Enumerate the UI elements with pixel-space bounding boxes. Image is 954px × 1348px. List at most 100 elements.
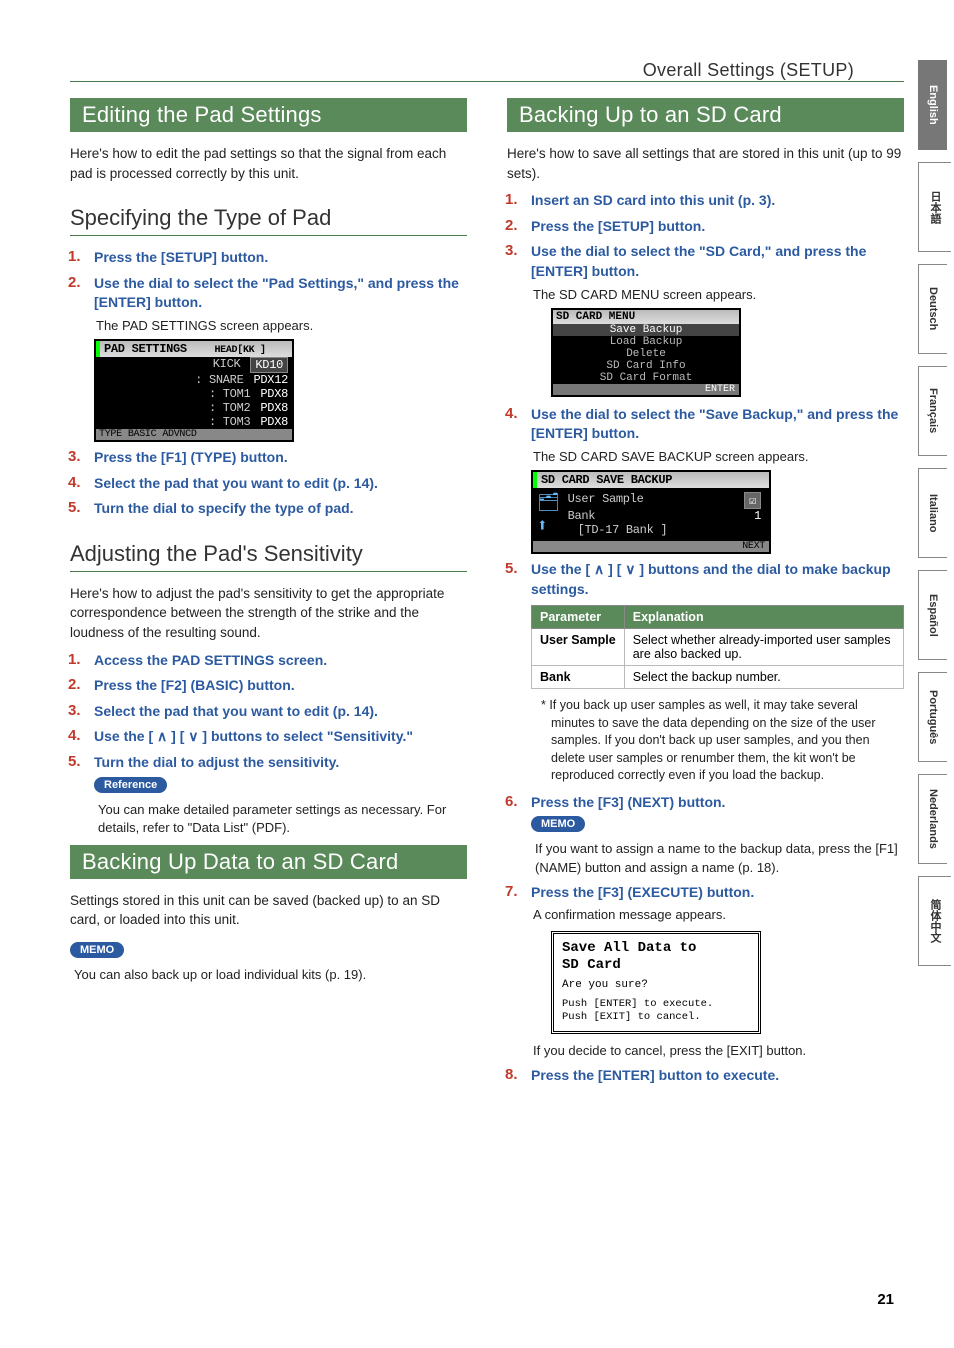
screenshot-pad-settings: PAD SETTINGS HEAD[KK ] KICKKD10 : SNAREP…: [94, 339, 294, 442]
arrow-up-icon: ⬆: [537, 515, 560, 537]
step-text: Press the [F1] (TYPE) button.: [94, 449, 288, 465]
screen-tab: BASIC: [128, 429, 157, 440]
lang-tab-deutsch[interactable]: Deutsch: [918, 264, 947, 354]
step-number: 5.: [505, 560, 518, 577]
step-number: 4.: [505, 405, 518, 422]
table-header: Explanation: [624, 606, 903, 629]
step-text: Use the dial to select the "SD Card," an…: [531, 243, 866, 279]
intro-text: Here's how to edit the pad settings so t…: [70, 144, 467, 183]
heading-backing-up-sd: Backing Up to an SD Card: [507, 98, 904, 132]
screen-row-label: User Sample: [568, 492, 745, 509]
confirm-line: Push [EXIT] to cancel.: [562, 1011, 750, 1024]
step-text: Press the [F3] (EXECUTE) button.: [531, 884, 754, 900]
screen-footer: NEXT: [533, 541, 769, 552]
screenshot-sd-menu: SD CARD MENU Save Backup Load Backup Del…: [551, 308, 741, 397]
screen-title: SD CARD SAVE BACKUP: [533, 472, 769, 488]
intro-text: Here's how to save all settings that are…: [507, 144, 904, 183]
step-number: 4.: [68, 474, 81, 491]
menu-item: SD Card Format: [553, 372, 739, 384]
step-number: 2.: [68, 676, 81, 693]
step-number: 2.: [68, 274, 81, 291]
heading-adjusting-sensitivity: Adjusting the Pad's Sensitivity: [70, 541, 467, 572]
memo-text: You can also back up or load individual …: [74, 966, 467, 984]
step-text: Press the [F3] (NEXT) button.: [531, 794, 725, 810]
step-number: 4.: [68, 727, 81, 744]
step-text: Press the [SETUP] button.: [531, 218, 705, 234]
screen-row-value: ☑: [744, 492, 761, 509]
step-text: Press the [SETUP] button.: [94, 249, 268, 265]
lang-tab-francais[interactable]: Français: [918, 366, 947, 456]
screen-row-value: PDX8: [260, 401, 288, 415]
table-cell: Select the backup number.: [624, 666, 903, 689]
screen-row-label: KICK: [100, 357, 250, 373]
intro-text: Settings stored in this unit can be save…: [70, 891, 467, 930]
step-text: Press the [F2] (BASIC) button.: [94, 677, 295, 693]
language-tabs: English 日本語 Deutsch Français Italiano Es…: [918, 60, 954, 978]
step-subtext: The SD CARD MENU screen appears.: [533, 286, 904, 304]
lang-tab-japanese[interactable]: 日本語: [918, 162, 951, 252]
lang-tab-chinese[interactable]: 简体中文: [918, 876, 951, 966]
step-subtext: The SD CARD SAVE BACKUP screen appears.: [533, 448, 904, 466]
step-number: 5.: [68, 499, 81, 516]
menu-item: Load Backup: [553, 336, 739, 348]
screen-row-label: TOM1: [223, 387, 251, 401]
step-number: 1.: [68, 651, 81, 668]
lang-tab-espanol[interactable]: Español: [918, 570, 947, 660]
screen-row-value: KD10: [250, 357, 288, 373]
step-number: 3.: [505, 242, 518, 259]
step-text: Select the pad that you want to edit (p.…: [94, 703, 378, 719]
screen-row-label: TOM3: [223, 415, 251, 429]
screen-row-label: [TD-17 Bank ]: [568, 523, 761, 537]
screen-row-value: PDX12: [253, 373, 288, 387]
lang-tab-english[interactable]: English: [918, 60, 947, 150]
step-number: 1.: [68, 248, 81, 265]
page-number: 21: [877, 1291, 894, 1308]
menu-item: SD Card Info: [553, 360, 739, 372]
breadcrumb: Overall Settings (SETUP): [70, 60, 904, 82]
screen-row-value: PDX8: [260, 387, 288, 401]
screenshot-save-backup: SD CARD SAVE BACKUP 🗂⬆ User Sample☑ Bank…: [531, 470, 771, 554]
confirm-line: SD Card: [562, 957, 750, 975]
step-number: 7.: [505, 883, 518, 900]
menu-item: Delete: [553, 348, 739, 360]
parameter-table: ParameterExplanation User SampleSelect w…: [531, 605, 904, 689]
step-subtext: The PAD SETTINGS screen appears.: [96, 317, 467, 335]
lang-tab-nederlands[interactable]: Nederlands: [918, 774, 947, 864]
step-text: Turn the dial to specify the type of pad…: [94, 500, 354, 516]
step-number: 1.: [505, 191, 518, 208]
menu-item: Save Backup: [553, 324, 739, 336]
table-cell: Bank: [532, 666, 625, 689]
step-text: Turn the dial to adjust the sensitivity.: [94, 754, 339, 770]
reference-badge: Reference: [94, 777, 167, 793]
step-text: Insert an SD card into this unit (p. 3).: [531, 192, 775, 208]
step-text: Use the [ ∧ ] [ ∨ ] buttons and the dial…: [531, 561, 891, 597]
step-number: 3.: [68, 702, 81, 719]
heading-backing-up-data: Backing Up Data to an SD Card: [70, 845, 467, 879]
screen-head: HEAD[KK ]: [214, 345, 265, 356]
screen-title: PAD SETTINGS: [104, 342, 187, 356]
heading-specifying-type: Specifying the Type of Pad: [70, 205, 467, 236]
screen-footer: ENTER: [553, 384, 739, 395]
lang-tab-portugues[interactable]: Português: [918, 672, 947, 762]
step-number: 8.: [505, 1066, 518, 1083]
screen-row-label: TOM2: [223, 401, 251, 415]
table-header: Parameter: [532, 606, 625, 629]
screen-row-label: Bank: [568, 509, 755, 523]
memo-badge: MEMO: [531, 816, 585, 832]
memo-badge: MEMO: [70, 942, 124, 958]
lang-tab-italiano[interactable]: Italiano: [918, 468, 947, 558]
step-text: Use the [ ∧ ] [ ∨ ] buttons to select "S…: [94, 728, 413, 744]
step-text: Use the dial to select the "Save Backup,…: [531, 406, 898, 442]
step-subtext: If you decide to cancel, press the [EXIT…: [533, 1042, 904, 1060]
step-subtext: A confirmation message appears.: [533, 906, 904, 924]
heading-editing-pad-settings: Editing the Pad Settings: [70, 98, 467, 132]
step-text: Use the dial to select the "Pad Settings…: [94, 275, 459, 311]
step-number: 6.: [505, 793, 518, 810]
screen-tab: TYPE: [99, 429, 122, 440]
screen-row-value: 1: [754, 509, 761, 523]
asterisk-note: * If you back up user samples as well, i…: [541, 697, 904, 785]
step-number: 5.: [68, 753, 81, 770]
step-text: Press the [ENTER] button to execute.: [531, 1067, 779, 1083]
step-number: 2.: [505, 217, 518, 234]
table-cell: Select whether already-imported user sam…: [624, 629, 903, 666]
